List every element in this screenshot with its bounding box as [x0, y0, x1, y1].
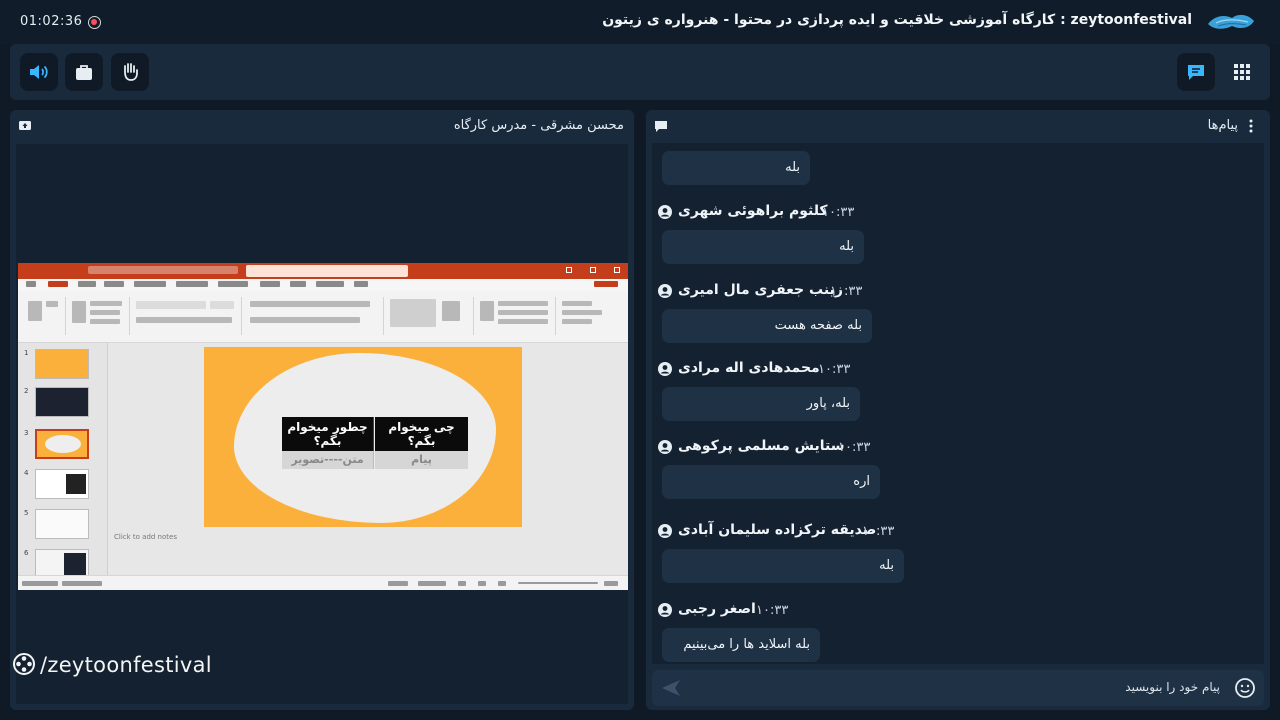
message-time: ۱۰:۳۳	[818, 362, 851, 377]
slide-thumbnail	[35, 349, 89, 379]
chat-messages[interactable]: بله کلثوم براهوئی شهری ۱۰:۳۳ بله زینب جع…	[652, 143, 1264, 664]
ppt-doc-title	[88, 266, 238, 274]
ppt-maximize-icon	[590, 267, 596, 273]
ppt-titlebar	[18, 263, 628, 279]
message-input-placeholder: پیام خود را بنویسید	[1125, 680, 1220, 694]
message-bubble: بله، پاور	[662, 387, 860, 421]
ppt-ribbon	[18, 291, 628, 343]
slide-thumbnail	[35, 387, 89, 417]
share-button[interactable]	[65, 53, 103, 91]
more-options-icon[interactable]	[1244, 119, 1258, 133]
page-title: zeytoonfestival : کارگاه آموزشی خلاقیت و…	[602, 12, 1192, 28]
ppt-menu-tabs	[18, 279, 628, 291]
chat-toggle-icon	[1188, 65, 1204, 80]
zeytoon-logo-icon	[1208, 14, 1254, 29]
speaker-icon	[30, 65, 48, 79]
message-bubble: بله	[662, 549, 904, 583]
slide-thumbnail	[35, 429, 89, 459]
emoji-icon[interactable]	[1234, 677, 1256, 699]
sender-name: کلثوم براهوئی شهری	[678, 203, 828, 219]
slide-notes-placeholder: Click to add notes	[114, 533, 177, 541]
message-bubble: بله صفحه هست	[662, 309, 872, 343]
message-header: محمدهادی اله مرادی ۱۰:۳۳	[652, 359, 1264, 381]
message-bubble: بله	[662, 230, 864, 264]
record-indicator-icon[interactable]	[88, 16, 101, 29]
user-icon	[658, 362, 672, 376]
ppt-search-box	[246, 265, 408, 277]
message-header: ستایش مسلمی پرکوهی ۱۰:۳۳	[652, 437, 1264, 459]
raise-hand-button[interactable]	[111, 53, 149, 91]
sender-name: اصغر رجبی	[678, 601, 756, 617]
title-bar: 01:02:36 zeytoonfestival : کارگاه آموزشی…	[0, 0, 1280, 44]
slide-thumbnail	[35, 509, 89, 539]
raise-hand-icon	[124, 63, 138, 81]
ppt-slide-canvas: چی میخوام بگم؟ چطور میخوام بگم؟ پیام متن…	[108, 343, 628, 575]
chat-toggle-button[interactable]	[1177, 53, 1215, 91]
ppt-status-bar	[18, 575, 628, 590]
presenter-title: محسن مشرقی - مدرس کارگاه	[453, 118, 624, 133]
briefcase-icon	[76, 65, 92, 80]
chat-bubble-icon	[655, 121, 667, 132]
message-time: ۱۰:۳۳	[838, 440, 871, 455]
ppt-minimize-icon	[566, 267, 572, 273]
message-time: ۱۰:۳۳	[830, 284, 863, 299]
slide-thumbnail	[35, 469, 89, 499]
message-input[interactable]: پیام خود را بنویسید	[652, 670, 1264, 706]
sender-name: محمدهادی اله مرادی	[678, 360, 820, 376]
apps-button[interactable]	[1223, 53, 1261, 91]
film-reel-icon	[13, 653, 35, 675]
zeytoon-watermark: /zeytoonfestival	[12, 652, 212, 677]
ppt-slide-thumbnails: 1 2 3 4 5 6	[18, 343, 108, 579]
user-icon	[658, 205, 672, 219]
user-icon	[658, 440, 672, 454]
apps-grid-icon	[1234, 64, 1250, 80]
screen-share-icon[interactable]	[18, 119, 32, 133]
send-icon[interactable]	[660, 678, 682, 698]
message-header: کلثوم براهوئی شهری ۱۰:۳۳	[652, 202, 1264, 224]
user-icon	[658, 524, 672, 538]
sender-name: زینب جعفری مال امیری	[678, 282, 843, 298]
message-time: ۱۰:۳۳	[862, 524, 895, 539]
ppt-close-icon	[614, 267, 620, 273]
user-icon	[658, 603, 672, 617]
message-time: ۱۰:۳۳	[756, 603, 789, 618]
slide-table-cell-1: پیام	[375, 451, 468, 469]
current-slide: چی میخوام بگم؟ چطور میخوام بگم؟ پیام متن…	[204, 347, 522, 527]
message-time: ۱۰:۳۳	[822, 205, 855, 220]
message-bubble: اره	[662, 465, 880, 499]
slide-table-head-1: چی میخوام بگم؟	[375, 417, 468, 451]
slide-table-head-2: چطور میخوام بگم؟	[282, 417, 374, 451]
powerpoint-window: 1 2 3 4 5 6 چی میخوام بگم؟ چطور میخوام ب…	[18, 263, 628, 590]
toolbar	[10, 44, 1270, 100]
message-header: اصغر رجبی ۱۰:۳۳	[652, 600, 1264, 622]
user-icon	[658, 284, 672, 298]
message-bubble: بله	[662, 151, 810, 185]
slide-table: چی میخوام بگم؟ چطور میخوام بگم؟ پیام متن…	[282, 417, 468, 471]
chat-title: پیام‌ها	[1207, 118, 1238, 133]
slide-table-cell-2: متن----تصویر	[282, 451, 374, 469]
sender-name: ستایش مسلمی پرکوهی	[678, 438, 845, 454]
message-header: صدیقه ترکزاده سلیمان آبادی ۱۰:۳۳	[652, 521, 1264, 543]
message-bubble: بله اسلاید ها را می‌بینیم	[662, 628, 820, 662]
watermark-text: /zeytoonfestival	[40, 653, 212, 677]
speaker-button[interactable]	[20, 53, 58, 91]
sender-name: صدیقه ترکزاده سلیمان آبادی	[678, 522, 877, 538]
message-header: زینب جعفری مال امیری ۱۰:۳۳	[652, 281, 1264, 303]
session-timer: 01:02:36	[20, 14, 83, 29]
